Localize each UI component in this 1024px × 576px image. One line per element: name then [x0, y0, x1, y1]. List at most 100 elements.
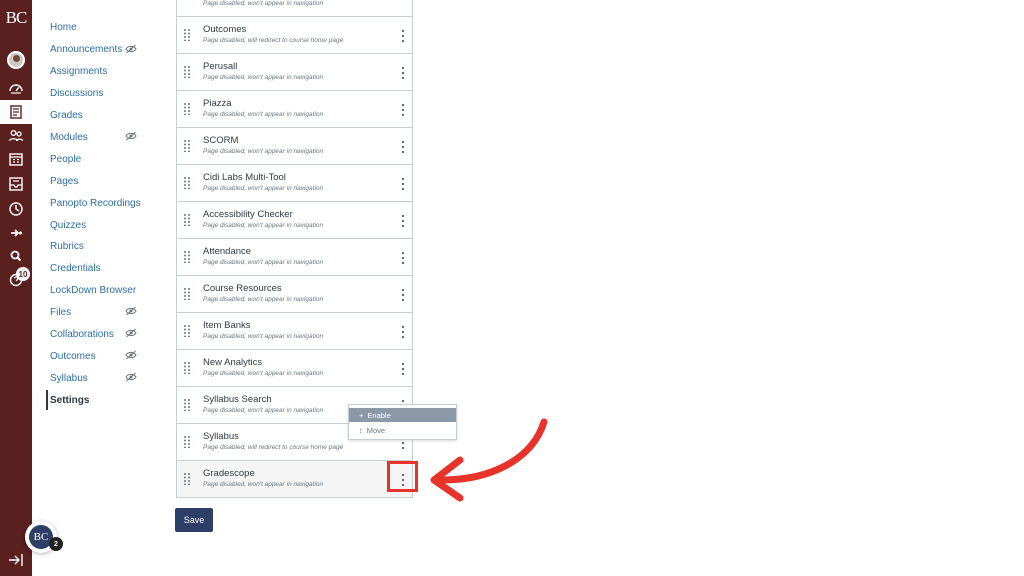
drag-handle-icon[interactable]: [184, 251, 190, 263]
list-item[interactable]: Page disabled, won't appear in navigatio…: [176, 0, 413, 17]
course-nav-panopto[interactable]: Panopto Recordings: [50, 195, 141, 211]
drag-handle-icon[interactable]: [184, 177, 190, 189]
more-options-icon[interactable]: [399, 29, 407, 43]
history-icon[interactable]: [4, 198, 28, 220]
plus-icon: +: [359, 410, 364, 420]
item-title: New Analytics: [203, 357, 263, 368]
hidden-eye-icon: [125, 131, 137, 141]
commons-icon[interactable]: [4, 222, 28, 244]
more-options-icon[interactable]: [399, 288, 407, 302]
studio-icon[interactable]: [4, 245, 28, 267]
drag-handle-icon[interactable]: [184, 473, 190, 485]
more-options-icon[interactable]: [399, 140, 407, 154]
list-item[interactable]: New Analytics Page disabled, won't appea…: [176, 350, 413, 387]
list-item[interactable]: Attendance Page disabled, won't appear i…: [176, 239, 413, 276]
course-nav-discussions[interactable]: Discussions: [50, 85, 103, 101]
calendar-icon[interactable]: [4, 148, 28, 170]
groups-icon[interactable]: [4, 125, 28, 147]
save-button[interactable]: Save: [175, 508, 213, 532]
item-title: Course Resources: [203, 283, 282, 294]
list-item[interactable]: Gradescope Page disabled, won't appear i…: [176, 461, 413, 498]
course-nav-settings[interactable]: Settings: [50, 392, 89, 408]
menu-move-label: Move: [366, 425, 386, 435]
item-status: Page disabled, won't appear in navigatio…: [203, 370, 324, 377]
course-nav: Home Announcements Assignments Discussio…: [32, 0, 162, 576]
item-status: Page disabled, won't appear in navigatio…: [203, 111, 324, 118]
course-nav-outcomes[interactable]: Outcomes: [50, 348, 96, 364]
list-item[interactable]: Cidi Labs Multi-Tool Page disabled, won'…: [176, 165, 413, 202]
collapse-nav-icon[interactable]: [8, 552, 24, 568]
course-nav-rubrics[interactable]: Rubrics: [50, 238, 84, 254]
course-nav-quizzes[interactable]: Quizzes: [50, 217, 86, 233]
help-badge: 10: [16, 267, 30, 281]
list-item[interactable]: Perusall Page disabled, won't appear in …: [176, 54, 413, 91]
course-nav-announcements[interactable]: Announcements: [50, 41, 122, 57]
drag-handle-icon[interactable]: [184, 29, 190, 41]
item-status: Page disabled, won't appear in navigatio…: [203, 481, 324, 488]
hidden-eye-icon: [125, 328, 137, 338]
item-status: Page disabled, won't appear in navigatio…: [203, 222, 324, 229]
item-status: Page disabled, won't appear in navigatio…: [203, 296, 324, 303]
item-title: Item Banks: [203, 320, 251, 331]
account-avatar-icon[interactable]: [7, 51, 25, 69]
more-options-icon[interactable]: [399, 362, 407, 376]
item-title: Piazza: [203, 98, 232, 109]
annotation-arrow: [430, 418, 548, 502]
more-options-icon[interactable]: [399, 103, 407, 117]
item-status: Page disabled, won't appear in navigatio…: [203, 407, 324, 414]
course-nav-assignments[interactable]: Assignments: [50, 63, 107, 79]
active-indicator: [46, 390, 48, 410]
drag-handle-icon[interactable]: [184, 140, 190, 152]
drag-handle-icon[interactable]: [184, 436, 190, 448]
drag-handle-icon[interactable]: [184, 288, 190, 300]
item-title: Perusall: [203, 61, 238, 72]
dashboard-icon[interactable]: [4, 77, 28, 99]
course-nav-files[interactable]: Files: [50, 304, 71, 320]
more-options-icon[interactable]: [399, 66, 407, 80]
move-icon: ↕: [359, 425, 363, 435]
list-item[interactable]: Outcomes Page disabled, will redirect to…: [176, 17, 413, 54]
drag-handle-icon[interactable]: [184, 214, 190, 226]
hidden-eye-icon: [125, 350, 137, 360]
list-item[interactable]: SCORM Page disabled, won't appear in nav…: [176, 128, 413, 165]
item-status: Page disabled, won't appear in navigatio…: [203, 148, 324, 155]
item-title: Cidi Labs Multi-Tool: [203, 172, 286, 183]
item-status: Page disabled, will redirect to course h…: [203, 37, 344, 44]
course-nav-people[interactable]: People: [50, 151, 81, 167]
course-nav-credentials[interactable]: Credentials: [50, 260, 101, 276]
course-nav-collaborations[interactable]: Collaborations: [50, 326, 114, 342]
more-options-icon[interactable]: [399, 325, 407, 339]
drag-handle-icon[interactable]: [184, 399, 190, 411]
course-nav-lockdown-browser[interactable]: LockDown Browser: [50, 282, 136, 298]
list-item[interactable]: Piazza Page disabled, won't appear in na…: [176, 91, 413, 128]
course-nav-modules[interactable]: Modules: [50, 129, 88, 145]
item-status: Page disabled, won't appear in navigatio…: [203, 0, 324, 7]
item-title: SCORM: [203, 135, 239, 146]
hidden-eye-icon: [125, 372, 137, 382]
drag-handle-icon[interactable]: [184, 66, 190, 78]
course-nav-home[interactable]: Home: [50, 19, 77, 35]
more-options-icon[interactable]: [399, 251, 407, 265]
list-item[interactable]: Course Resources Page disabled, won't ap…: [176, 276, 413, 313]
highlight-box: [387, 461, 418, 492]
course-nav-pages[interactable]: Pages: [50, 173, 78, 189]
course-nav-syllabus[interactable]: Syllabus: [50, 370, 88, 386]
courses-icon[interactable]: [4, 101, 28, 123]
drag-handle-icon[interactable]: [184, 325, 190, 337]
drag-handle-icon[interactable]: [184, 103, 190, 115]
inbox-icon[interactable]: [4, 173, 28, 195]
item-status: Page disabled, won't appear in navigatio…: [203, 185, 324, 192]
institution-logo[interactable]: BC: [0, 8, 32, 28]
more-options-icon[interactable]: [399, 177, 407, 191]
course-nav-grades[interactable]: Grades: [50, 107, 83, 123]
list-item[interactable]: Item Banks Page disabled, won't appear i…: [176, 313, 413, 350]
list-item[interactable]: Accessibility Checker Page disabled, won…: [176, 202, 413, 239]
item-status: Page disabled, will redirect to course h…: [203, 444, 344, 451]
canvas-course-settings: BC 10 Home Announcements Assignments Dis…: [0, 0, 1024, 576]
item-title: Gradescope: [203, 468, 255, 479]
menu-enable-label: Enable: [367, 410, 391, 420]
drag-handle-icon[interactable]: [184, 362, 190, 374]
more-options-icon[interactable]: [399, 214, 407, 228]
item-title: Syllabus Search: [203, 394, 272, 405]
item-status: Page disabled, won't appear in navigatio…: [203, 259, 324, 266]
